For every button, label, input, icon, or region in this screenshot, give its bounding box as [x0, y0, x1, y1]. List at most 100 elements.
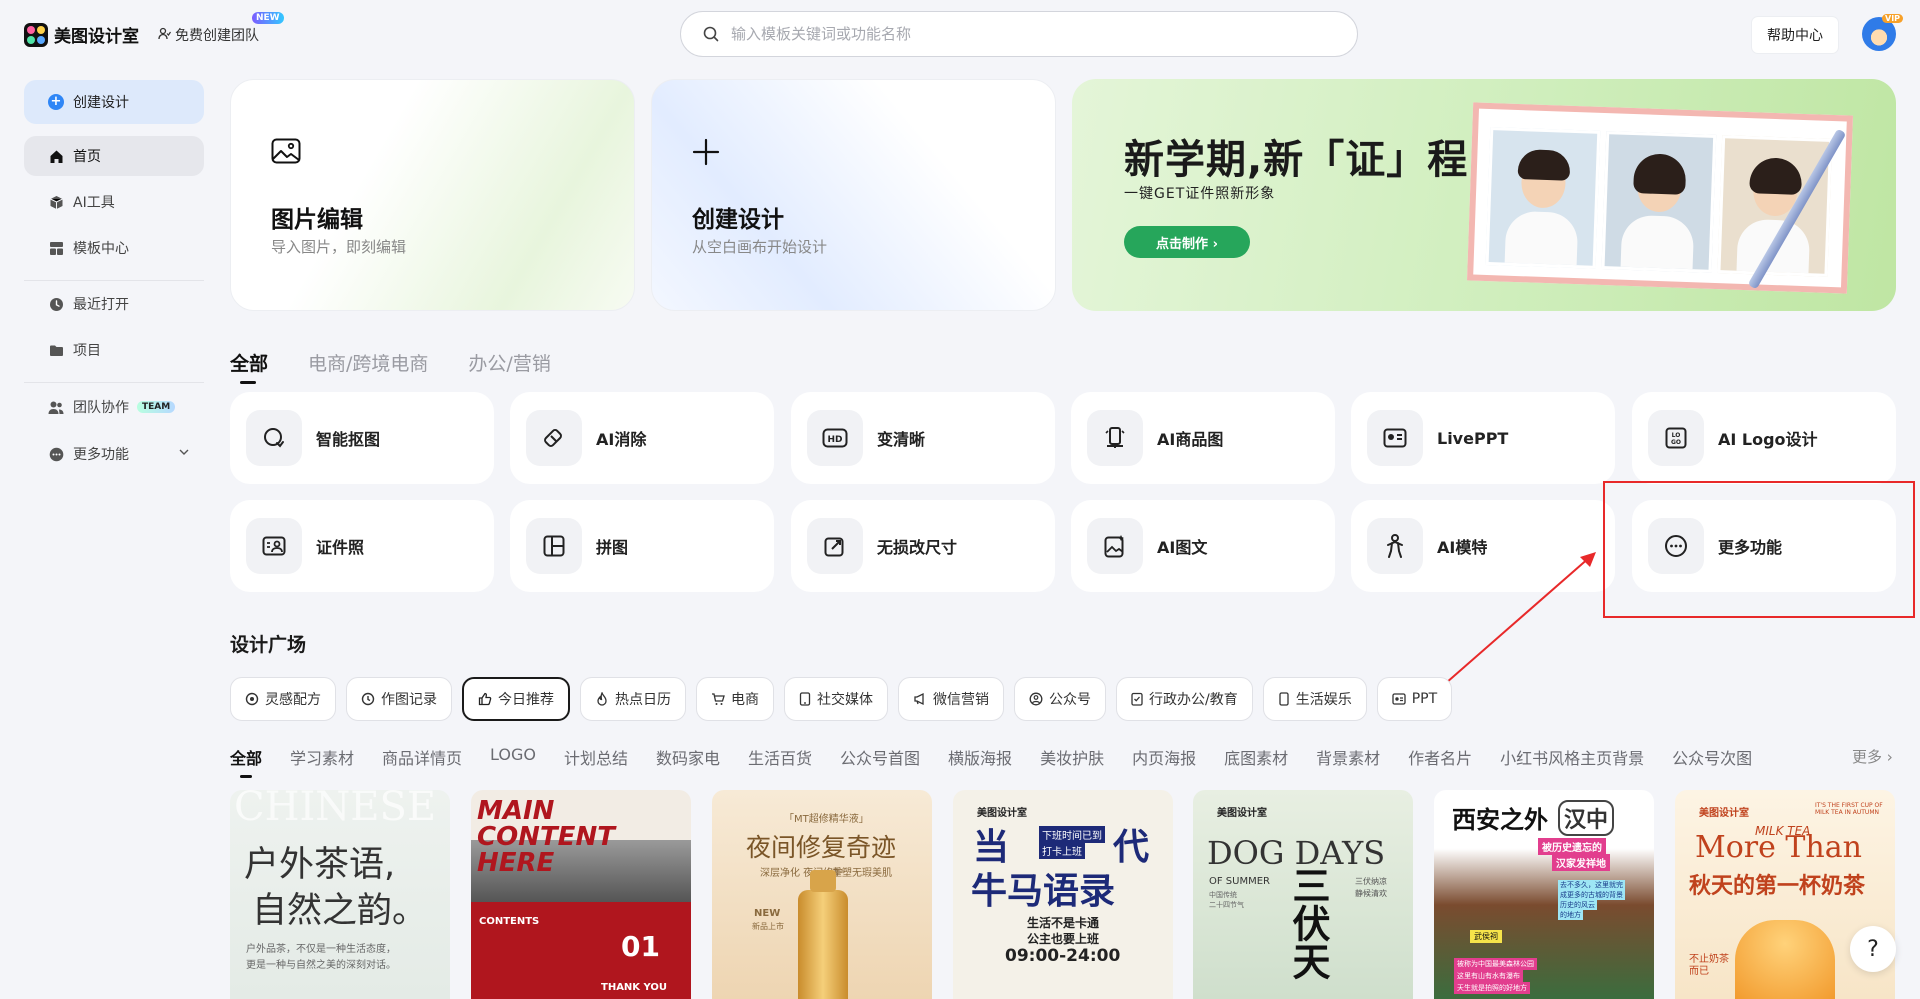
search-bar[interactable] — [680, 11, 1358, 57]
tool-liveppt[interactable]: LivePPT — [1351, 392, 1615, 484]
tool-hd[interactable]: HD 变清晰 — [791, 392, 1055, 484]
sub-tab[interactable]: 公众号首图 — [840, 745, 920, 769]
sub-tab[interactable]: LOGO — [490, 745, 536, 769]
tool-resize[interactable]: 无损改尺寸 — [791, 500, 1055, 592]
chip-label: 今日推荐 — [498, 692, 554, 708]
sidebar-item-templates[interactable]: 模板中心 — [24, 228, 204, 268]
image-edit-subtitle: 导入图片，即刻编辑 — [271, 238, 407, 256]
image-edit-title: 图片编辑 — [271, 207, 363, 233]
banner-cta-button[interactable]: 点击制作 › — [1124, 226, 1250, 258]
sub-tab[interactable]: 背景素材 — [1316, 745, 1380, 769]
more-templates-link[interactable]: 更多 › — [1852, 746, 1893, 767]
create-team-link[interactable]: 免费创建团队 — [158, 25, 259, 45]
search-input[interactable] — [729, 24, 1293, 44]
tool-ai-eraser[interactable]: AI消除 — [510, 392, 774, 484]
create-design-button[interactable]: + 创建设计 — [24, 80, 204, 124]
chip-wechat-marketing[interactable]: 微信营销 — [898, 677, 1004, 721]
tool-ai-product-image[interactable]: AI商品图 — [1071, 392, 1335, 484]
sub-tab[interactable]: 生活百货 — [748, 745, 812, 769]
sidebar-item-team[interactable]: 团队协作 TEAM — [24, 387, 204, 427]
help-float-button[interactable]: ? — [1850, 926, 1896, 972]
tool-collage[interactable]: 拼图 — [510, 500, 774, 592]
template-card[interactable]: CHINESE 户外茶语, 自然之韵。 户外品茶，不仅是一种生活态度， 更是一种… — [230, 790, 450, 999]
sidebar-divider — [24, 280, 204, 281]
sidebar-item-home[interactable]: 首页 — [24, 136, 204, 176]
chip-label: 电商 — [731, 692, 759, 708]
tab-ecommerce[interactable]: 电商/跨境电商 — [308, 349, 428, 376]
template-card[interactable]: 美图设计室 DOG DAYS OF SUMMER 中国传统 二十四节气 三伏纳凉… — [1193, 790, 1413, 999]
template-text: 西安之外 — [1452, 806, 1548, 834]
template-card[interactable]: 西安之外 汉中 被历史遗忘的 汉家发祥地 去不多久，这里就完 成更多的古城的背景… — [1434, 790, 1654, 999]
sub-tab[interactable]: 横版海报 — [948, 745, 1012, 769]
sub-tab[interactable]: 内页海报 — [1132, 745, 1196, 769]
logo-design-icon: LO GO — [1648, 410, 1704, 466]
cube-icon — [48, 194, 64, 210]
template-text: OF SUMMER — [1209, 876, 1270, 887]
image-icon — [271, 138, 301, 168]
sub-tab[interactable]: 公众号次图 — [1672, 745, 1752, 769]
sub-tab[interactable]: 学习素材 — [290, 745, 354, 769]
more-icon — [48, 446, 64, 462]
chip-ppt[interactable]: PPT — [1376, 677, 1453, 721]
chip-social-media[interactable]: 社交媒体 — [784, 677, 888, 721]
chip-life-entertainment[interactable]: 生活娱乐 — [1262, 677, 1367, 721]
chip-hot-calendar[interactable]: 热点日历 — [580, 677, 686, 721]
chip-office-education[interactable]: 行政办公/教育 — [1116, 677, 1253, 721]
megaphone-icon — [913, 692, 927, 706]
template-text: 中国传统 — [1209, 891, 1237, 899]
resize-icon — [807, 518, 863, 574]
brand-logo[interactable]: 美图设计室 — [24, 22, 139, 47]
template-text: 01 — [621, 930, 660, 963]
sub-tab[interactable]: 数码家电 — [656, 745, 720, 769]
chip-today-recommend[interactable]: 今日推荐 — [462, 677, 570, 721]
sidebar-item-label: 更多功能 — [73, 447, 129, 463]
sidebar-item-recent[interactable]: 最近打开 — [24, 284, 204, 324]
tab-office-marketing[interactable]: 办公/营销 — [468, 349, 550, 376]
tool-ai-logo[interactable]: LO GO AI Logo设计 — [1632, 392, 1896, 484]
ai-image-text-icon — [1087, 518, 1143, 574]
template-text: 代 — [1113, 827, 1150, 868]
chip-inspiration[interactable]: 灵感配方 — [230, 677, 336, 721]
template-icon — [48, 240, 64, 256]
cart-icon — [711, 692, 725, 706]
sidebar-item-ai-tools[interactable]: AI工具 — [24, 182, 204, 222]
sub-tab[interactable]: 商品详情页 — [382, 745, 462, 769]
svg-text:GO: GO — [1671, 439, 1681, 446]
sub-tab[interactable]: 全部 — [230, 745, 262, 778]
promo-banner[interactable]: 新学期,新「证」程 一键GET证件照新形象 点击制作 › — [1072, 79, 1896, 311]
plus-icon: + — [48, 94, 64, 110]
sidebar-item-projects[interactable]: 项目 — [24, 330, 204, 370]
milk-tea-illustration — [1735, 920, 1835, 999]
image-edit-card[interactable]: 图片编辑 导入图片，即刻编辑 — [230, 79, 635, 311]
tab-all[interactable]: 全部 — [230, 349, 268, 384]
sidebar-divider — [24, 382, 204, 383]
sub-tab[interactable]: 作者名片 — [1408, 745, 1472, 769]
sub-tab[interactable]: 底图素材 — [1224, 745, 1288, 769]
chip-label: 作图记录 — [381, 692, 437, 708]
template-text: 二十四节气 — [1209, 901, 1244, 909]
tool-smart-cutout[interactable]: 智能抠图 — [230, 392, 494, 484]
product-image-icon — [1087, 410, 1143, 466]
template-card[interactable]: MAIN CONTENT HERE CONTENTS 01 THANK YOU — [471, 790, 691, 999]
chip-label: 社交媒体 — [817, 692, 873, 708]
create-team-label: 免费创建团队 — [175, 28, 259, 44]
chip-history[interactable]: 作图记录 — [346, 677, 452, 721]
sidebar-item-more[interactable]: 更多功能 — [24, 434, 204, 474]
template-card[interactable]: 「MT超修精华液」 夜间修复奇迹 深层净化 夜间修护 重塑无瑕美肌 NEW 新品… — [712, 790, 932, 999]
chip-official-account[interactable]: 公众号 — [1014, 677, 1106, 721]
chip-ecommerce[interactable]: 电商 — [696, 677, 774, 721]
template-sub-tabs: 全部 学习素材 商品详情页 LOGO 计划总结 数码家电 生活百货 公众号首图 … — [230, 745, 1780, 778]
template-text: 重塑无瑕美肌 — [832, 868, 892, 879]
sub-tab[interactable]: 小红书风格主页背景 — [1500, 745, 1644, 769]
tool-id-photo[interactable]: 证件照 — [230, 500, 494, 592]
tool-label: AI Logo设计 — [1718, 430, 1818, 449]
help-center-button[interactable]: 帮助中心 — [1752, 17, 1838, 53]
sub-tab[interactable]: 计划总结 — [564, 745, 628, 769]
create-design-card[interactable]: 创建设计 从空白画布开始设计 — [651, 79, 1056, 311]
template-card[interactable]: 美图设计室 当 下班时间已到 打卡上班 代 牛马语录 生活不是卡通 公主也要上班… — [953, 790, 1173, 999]
sidebar-item-label: 模板中心 — [73, 241, 129, 257]
id-photo-icon — [246, 518, 302, 574]
tool-ai-image-text[interactable]: AI图文 — [1071, 500, 1335, 592]
collage-icon — [526, 518, 582, 574]
sub-tab[interactable]: 美妆护肤 — [1040, 745, 1104, 769]
